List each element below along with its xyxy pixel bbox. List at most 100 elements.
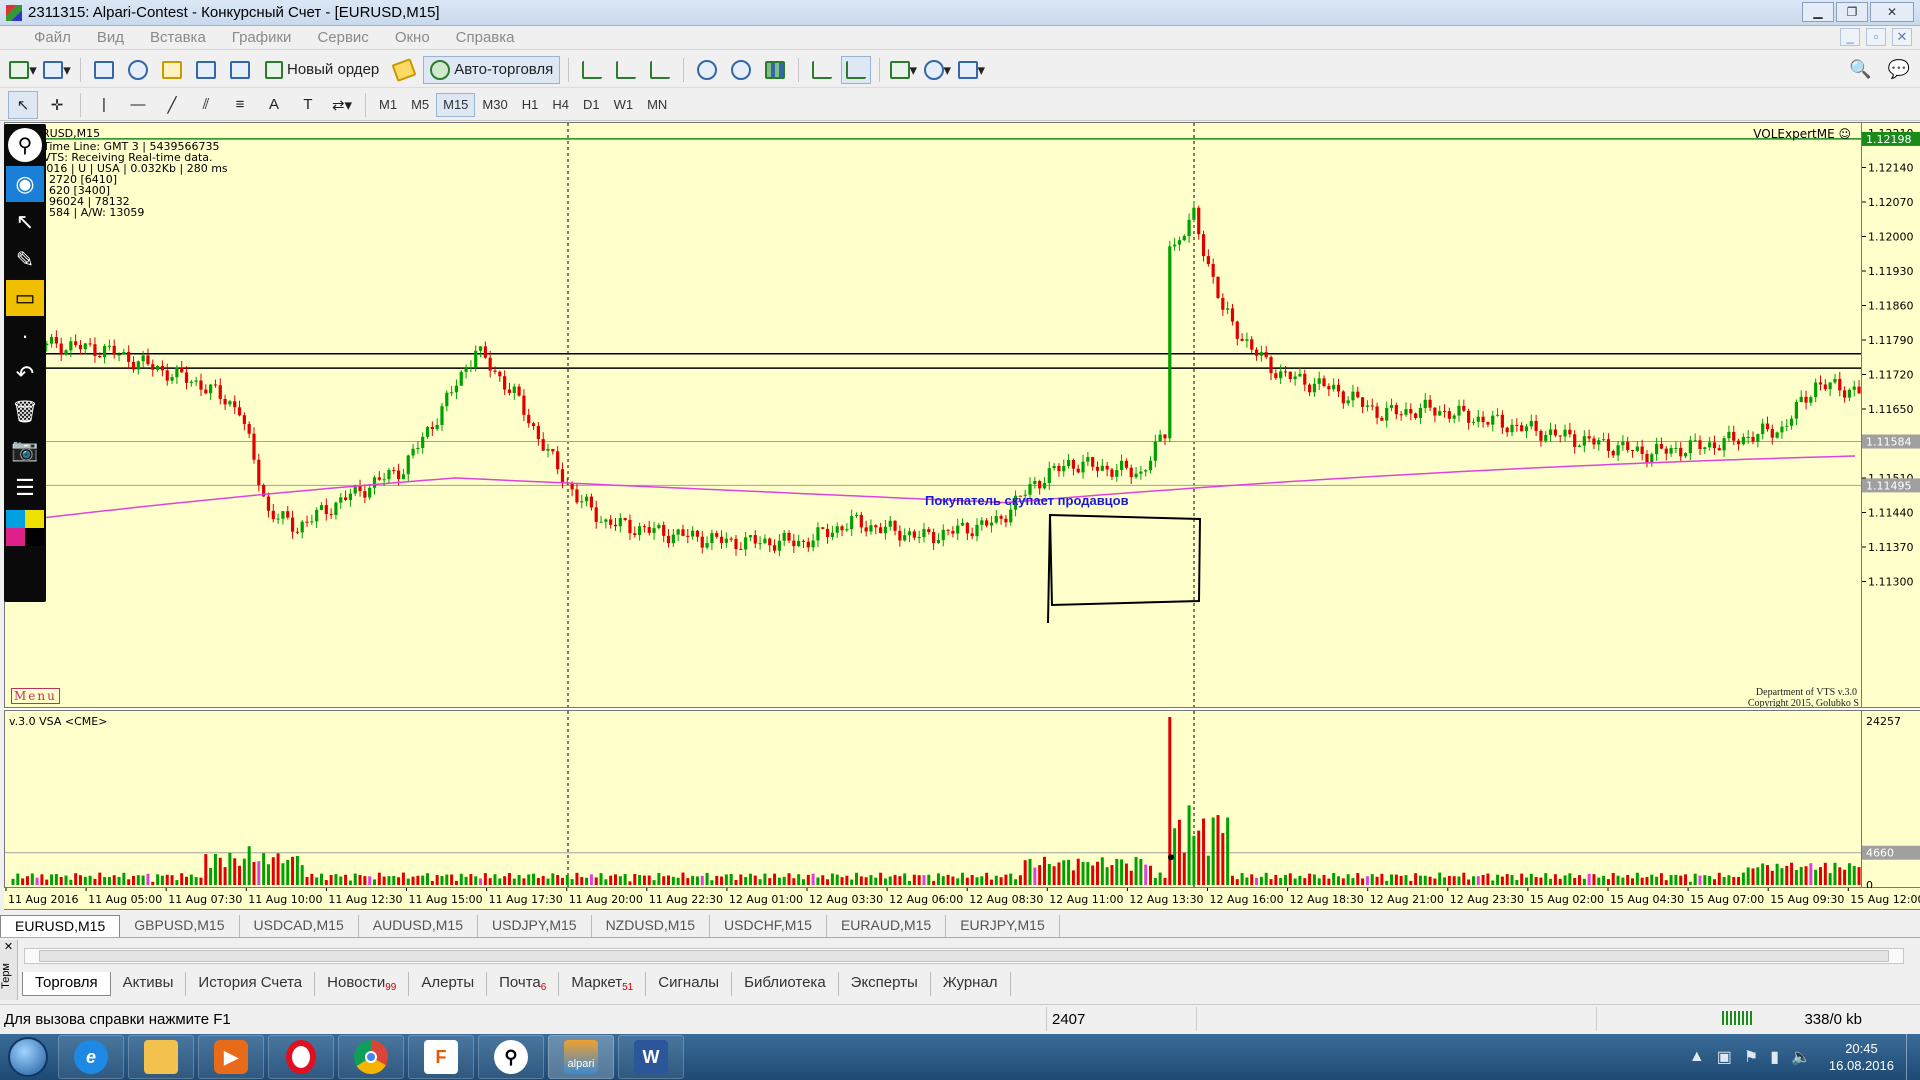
timeframe-m30[interactable]: M30 (475, 93, 514, 117)
camera-icon[interactable]: 📷 (6, 432, 44, 468)
terminal-tab-experts[interactable]: Эксперты (839, 972, 931, 996)
keyhole-icon[interactable]: ⚲ (8, 128, 42, 162)
timeframe-h1[interactable]: H1 (515, 93, 546, 117)
text-tool[interactable]: A (259, 91, 289, 119)
terminal-side-label[interactable]: ✕ Терм (0, 940, 18, 1000)
cursor-tool[interactable]: ↖ (8, 90, 38, 119)
tile-windows-button[interactable] (760, 56, 790, 84)
bar-chart-button[interactable] (577, 56, 607, 84)
color-swatch-black[interactable] (25, 528, 44, 546)
color-swatch-cyan[interactable] (6, 510, 25, 528)
zoom-in-button[interactable] (692, 56, 722, 84)
minimize-button[interactable]: ▁ (1802, 2, 1834, 22)
taskbar-word[interactable]: W (618, 1035, 684, 1079)
menu-tools[interactable]: Сервис (304, 29, 381, 46)
fibo-tool[interactable]: ≡ (225, 91, 255, 119)
mdi-restore-button[interactable]: ▫ (1866, 28, 1886, 46)
tray-flag-icon[interactable]: ⚑ (1744, 1047, 1758, 1067)
volume-chart[interactable]: v.3.0 VSA <CME> (4, 710, 1862, 888)
eraser-icon[interactable]: ▭ (6, 280, 44, 316)
taskbar-alpari[interactable]: alpari (548, 1035, 614, 1079)
color-swatch-yellow[interactable] (25, 510, 44, 528)
trash-icon[interactable]: 🗑 (6, 394, 44, 430)
menu-file[interactable]: Файл (0, 29, 84, 46)
navigator-button[interactable] (157, 56, 187, 84)
label-tool[interactable]: T (293, 91, 323, 119)
taskbar-app-f[interactable]: F (408, 1035, 474, 1079)
color-swatch-magenta[interactable] (6, 528, 25, 546)
chart-tab-eurusd[interactable]: EURUSD,M15 (0, 915, 121, 937)
terminal-tab-journal[interactable]: Журнал (931, 972, 1011, 996)
mdi-minimize-button[interactable]: _ (1840, 28, 1860, 46)
line-chart-button[interactable] (645, 56, 675, 84)
timeframe-m5[interactable]: M5 (404, 93, 436, 117)
arrows-tool[interactable]: ⇄▾ (327, 91, 357, 119)
mdi-close-button[interactable]: ✕ (1892, 28, 1912, 46)
timeframe-h4[interactable]: H4 (545, 93, 576, 117)
new-chart-button[interactable]: ▾ (8, 56, 38, 84)
horizontal-scrollbar[interactable] (24, 948, 1904, 964)
trendline-tool[interactable]: ╱ (157, 91, 187, 119)
price-axis[interactable]: 1.122101.121401.120701.120001.119301.118… (1862, 122, 1920, 708)
metaeditor-button[interactable] (389, 56, 419, 84)
chart-tab-nzdusd[interactable]: NZDUSD,M15 (592, 915, 711, 937)
chart-tab-eurjpy[interactable]: EURJPY,M15 (946, 915, 1060, 937)
undo-icon[interactable]: ↶ (6, 356, 44, 392)
menu-charts[interactable]: Графики (219, 29, 305, 46)
terminal-tab-mailbox[interactable]: Почта6 (487, 972, 560, 996)
terminal-button[interactable] (191, 56, 221, 84)
taskbar-keyhole[interactable]: ⚲ (478, 1035, 544, 1079)
market-watch-button[interactable] (89, 56, 119, 84)
zoom-out-button[interactable] (726, 56, 756, 84)
periods-button[interactable]: ▾ (922, 56, 952, 84)
price-chart[interactable]: EURUSD,M15 Time Line: GMT 3 | 5439566735… (4, 122, 1862, 708)
tray-signal-icon[interactable]: ▮ (1770, 1047, 1779, 1067)
terminal-tab-assets[interactable]: Активы (111, 972, 187, 996)
timeframe-w1[interactable]: W1 (607, 93, 641, 117)
eye-icon[interactable]: ◉ (6, 166, 44, 202)
chart-shift-button[interactable] (841, 55, 872, 84)
pointer-icon[interactable]: ↖ (6, 204, 44, 240)
clock[interactable]: 20:45 16.08.2016 (1829, 1040, 1894, 1074)
chart-tab-audusd[interactable]: AUDUSD,M15 (359, 915, 478, 937)
data-window-button[interactable] (123, 56, 153, 84)
menu-help[interactable]: Справка (443, 29, 528, 46)
new-order-button[interactable]: Новый ордер (259, 56, 385, 84)
profiles-button[interactable]: ▾ (42, 56, 72, 84)
pencil-icon[interactable]: ✎ (6, 242, 44, 278)
taskbar-media-player[interactable]: ▶ (198, 1035, 264, 1079)
channel-tool[interactable]: ⫽ (191, 91, 221, 119)
list-icon[interactable]: ☰ (6, 470, 44, 506)
timeframe-m15[interactable]: M15 (436, 92, 476, 117)
tray-arrow-icon[interactable]: ▲ (1689, 1048, 1705, 1066)
taskbar-explorer[interactable] (128, 1035, 194, 1079)
autoscroll-button[interactable] (807, 56, 837, 84)
search-icon[interactable]: 🔍 (1849, 59, 1871, 80)
terminal-tab-alerts[interactable]: Алерты (409, 972, 488, 996)
terminal-tab-trade[interactable]: Торговля (22, 972, 111, 996)
taskbar-opera[interactable] (268, 1035, 334, 1079)
taskbar-chrome[interactable] (338, 1035, 404, 1079)
scrollbar-thumb[interactable] (39, 950, 1889, 962)
menu-window[interactable]: Окно (382, 29, 443, 46)
candlestick-button[interactable] (611, 56, 641, 84)
crosshair-tool[interactable]: ✛ (42, 91, 72, 119)
terminal-tab-news[interactable]: Новости99 (315, 972, 410, 996)
vertical-line-tool[interactable]: | (89, 91, 119, 119)
chart-tab-usdjpy[interactable]: USDJPY,M15 (478, 915, 592, 937)
close-button[interactable]: ✕ (1870, 2, 1914, 22)
auto-trading-button[interactable]: Авто-торговля (423, 55, 561, 84)
start-button[interactable] (0, 1034, 56, 1080)
horizontal-line-tool[interactable]: — (123, 91, 153, 119)
terminal-tab-library[interactable]: Библиотека (732, 972, 839, 996)
chat-icon[interactable]: 💬 (1888, 59, 1910, 80)
chart-tab-usdchf[interactable]: USDCHF,M15 (710, 915, 827, 937)
chart-tab-usdcad[interactable]: USDCAD,M15 (240, 915, 359, 937)
tester-button[interactable] (225, 56, 255, 84)
menu-view[interactable]: Вид (84, 29, 137, 46)
show-desktop-button[interactable] (1906, 1034, 1920, 1080)
terminal-tab-market[interactable]: Маркет51 (559, 972, 647, 996)
timeframe-d1[interactable]: D1 (576, 93, 607, 117)
indicator-menu-button[interactable]: Menu (11, 688, 60, 704)
taskbar-ie[interactable]: e (58, 1035, 124, 1079)
